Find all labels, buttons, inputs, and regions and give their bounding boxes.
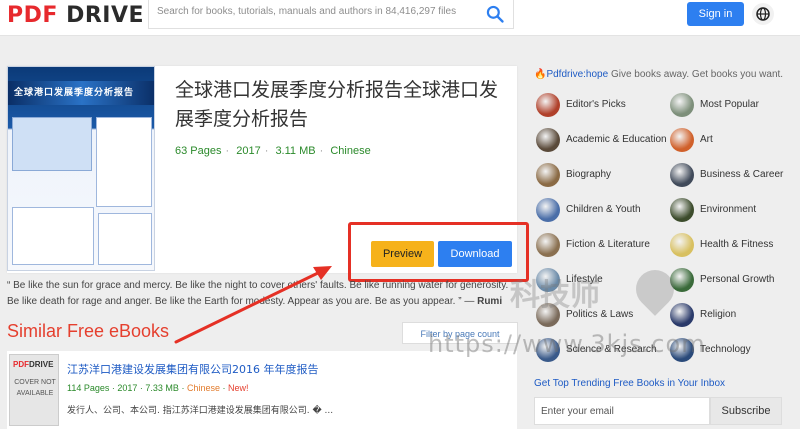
category-image-icon [536, 128, 560, 152]
item-thumbnail[interactable]: PDFDRIVE COVER NOT AVAILABLE [9, 354, 59, 426]
category-item[interactable]: Editor's Picks [534, 93, 664, 119]
category-image-icon [670, 128, 694, 152]
category-image-icon [536, 198, 560, 222]
item-size: 7.33 MB [145, 383, 179, 393]
cover-chart-panel [96, 117, 152, 207]
item-title-link[interactable]: 江苏洋口港建设发展集团有限公司2016 年年度报告 [67, 361, 319, 377]
cover-table-left [12, 207, 94, 265]
category-item[interactable]: Personal Growth [668, 268, 798, 294]
category-label: Editor's Picks [566, 99, 626, 110]
category-item[interactable]: Children & Youth [534, 198, 664, 224]
category-item[interactable]: Art [668, 128, 798, 154]
subscribe-button[interactable]: Subscribe [710, 397, 782, 425]
book-meta: 63 Pages · 2017 · 3.11 MB · Chinese [175, 145, 375, 157]
book-pages: 63 Pages [175, 145, 222, 157]
book-year: 2017 [236, 145, 261, 157]
category-label: Biography [566, 169, 612, 180]
thumb-logo: PDFDRIVE [13, 360, 54, 369]
category-image-icon [536, 233, 560, 257]
cover-title: 全球港口发展季度分析报告 [14, 87, 135, 97]
book-size: 3.11 MB [275, 145, 316, 157]
category-item[interactable]: Religion [668, 303, 798, 329]
new-badge: New! [227, 383, 249, 393]
item-snippet: 发行人、公司、本公司. 指江苏洋口港建设发展集团有限公司. � ... [67, 406, 334, 416]
trending-heading: Get Top Trending Free Books in Your Inbo… [534, 378, 726, 389]
separator-dot: · [225, 145, 230, 157]
category-label: Business & Career [700, 169, 784, 180]
category-item[interactable]: Business & Career [668, 163, 798, 189]
book-title: 全球港口发展季度分析报告全球港口发展季度分析报告 [175, 79, 499, 130]
book-language: Chinese [330, 145, 371, 157]
search-bar [148, 0, 514, 29]
item-pages: 114 Pages [67, 383, 110, 393]
category-image-icon [536, 163, 560, 187]
category-label: Children & Youth [566, 204, 641, 215]
annotation-arrow [174, 266, 332, 344]
watermark-text: 科技师 [510, 278, 600, 313]
category-image-icon [670, 93, 694, 117]
category-label: Art [700, 134, 713, 145]
pdfdrive-logo[interactable]: PDF DRIVE [7, 3, 144, 28]
hope-banner[interactable]: 🔥Pdfdrive:hope Give books away. Get book… [534, 69, 783, 80]
category-item[interactable]: Most Popular [668, 93, 798, 119]
flame-icon: 🔥 [534, 69, 547, 80]
category-item[interactable]: Biography [534, 163, 664, 189]
category-image-icon [670, 198, 694, 222]
category-label: Personal Growth [700, 274, 775, 285]
item-year: 2017 [117, 383, 138, 393]
search-icon[interactable] [485, 4, 505, 24]
category-item[interactable]: Fiction & Literature [534, 233, 664, 259]
top-header: PDF DRIVE Sign in [0, 0, 800, 36]
quote-author: Rumi [477, 296, 503, 307]
highlight-box [348, 222, 529, 282]
category-image-icon [536, 93, 560, 117]
language-globe-button[interactable] [752, 3, 774, 25]
list-item[interactable]: PDFDRIVE COVER NOT AVAILABLE 江苏洋口港建设发展集团… [7, 351, 517, 429]
sign-in-button[interactable]: Sign in [687, 2, 744, 26]
similar-heading: Similar Free eBooks [7, 321, 170, 341]
cover-world-map [12, 117, 92, 171]
category-label: Academic & Education [566, 134, 667, 145]
category-item[interactable]: Academic & Education [534, 128, 667, 154]
book-cover[interactable]: 全球港口发展季度分析报告 [7, 66, 155, 271]
category-image-icon [670, 163, 694, 187]
globe-icon [756, 7, 770, 21]
item-language: Chinese [186, 383, 220, 393]
category-item[interactable]: Environment [668, 198, 798, 224]
email-field-wrapper [534, 397, 710, 425]
category-label: Religion [700, 309, 737, 320]
category-image-icon [670, 303, 694, 327]
category-label: Health & Fitness [700, 239, 774, 250]
category-label: Technology [700, 344, 751, 355]
category-label: Most Popular [700, 99, 759, 110]
category-label: Fiction & Literature [566, 239, 650, 250]
category-item[interactable]: Health & Fitness [668, 233, 798, 259]
search-input[interactable] [157, 6, 477, 17]
separator-dot: · [319, 145, 324, 157]
email-field[interactable] [541, 406, 701, 417]
cover-table-right [98, 213, 152, 265]
thumb-cover-text: COVER NOT AVAILABLE [14, 379, 56, 397]
category-label: Environment [700, 204, 757, 215]
category-image-icon [670, 233, 694, 257]
item-meta: 114 Pages · 2017 · 7.33 MB · Chinese · N… [67, 383, 249, 393]
separator-dot: · [264, 145, 269, 157]
watermark-url: https://www.3kjs.com [428, 330, 706, 358]
